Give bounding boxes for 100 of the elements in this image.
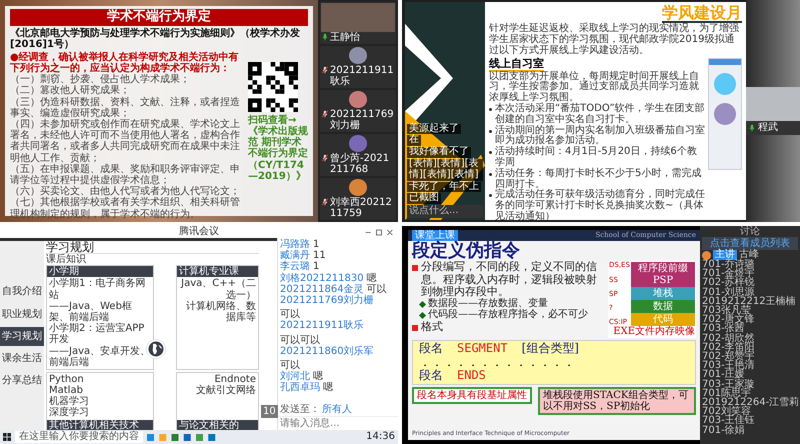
participant-tile[interactable]: 刘幸西2021211759 bbox=[320, 178, 396, 220]
chat-message: 11 bbox=[313, 250, 326, 262]
recipient-dropdown[interactable]: 所有人 bbox=[322, 404, 352, 415]
window-controls-icon[interactable] bbox=[364, 229, 394, 236]
chat-message: 在 bbox=[407, 135, 421, 146]
chat-sender: 刘河北 bbox=[280, 371, 310, 382]
video-tile[interactable]: 程武 bbox=[746, 87, 800, 135]
bullet-item: 代码段——存放程序指令，必不可少 bbox=[428, 309, 588, 321]
taskbar-app-icons[interactable] bbox=[147, 432, 217, 442]
chat-message: 我好像看不了 bbox=[407, 147, 471, 158]
discussion-message: 701-金煜宇 bbox=[702, 269, 756, 278]
nav-item[interactable]: 职业规划 bbox=[0, 304, 44, 324]
participant-tile[interactable]: 2021211911耿乐 bbox=[320, 46, 396, 88]
box-header: 与论文相关的 bbox=[176, 420, 258, 430]
bullet-item: 本次活动采用“番茄TODO”软件，学生在团支部创建的自习室中实名自习打卡。 bbox=[495, 104, 705, 125]
bullet-item: 分段编写，不同的段，定义不同的信息。程序载入内存时，逻辑段被映射到物理内存段中。 bbox=[421, 261, 598, 298]
chat-message: [表情][表情][表情][表情][表情] bbox=[407, 159, 483, 181]
memory-segment: 代码 bbox=[630, 313, 695, 326]
bullet-icon bbox=[489, 108, 492, 111]
slide-list-item: （六）买卖论文、由他人代写或者为他人代写论文； bbox=[10, 186, 241, 198]
chat-message: 嗯 bbox=[323, 382, 333, 394]
slide-title: 学风建设月 bbox=[662, 4, 742, 24]
participant-tile[interactable]: 2021211769刘力栅 bbox=[320, 90, 396, 132]
qr-caption: 扫码查看→《学术出版规范 期刊学术不端行为界定（CY/T174—2019）》 bbox=[248, 114, 308, 182]
chat-input[interactable]: 说点什么... bbox=[407, 205, 483, 218]
chat-message: 美源起来了 bbox=[407, 124, 461, 134]
chat-message: 1 bbox=[313, 239, 320, 250]
discussion-message: 702刘笑容 bbox=[702, 407, 752, 416]
callout-note: 段名本身具有段基址属性 bbox=[412, 386, 532, 404]
box-line: ——Java、安卓开发、前端后端 bbox=[49, 346, 151, 368]
nav-item[interactable]: 学习规划 bbox=[0, 326, 44, 346]
participant-name: 2021211911耿乐 bbox=[330, 64, 395, 87]
windows-start-icon[interactable] bbox=[3, 433, 11, 441]
chat-sender: 冯路路 bbox=[280, 239, 310, 250]
participant-tile[interactable]: 曾少芮-2021211768 bbox=[320, 134, 396, 176]
participant-name: 王静怡 bbox=[330, 32, 360, 43]
discussion-message: 2019212264-江雪莉 bbox=[702, 398, 798, 408]
slide-list-item: （三）伪造科研数据、资料、文献、注释，或者捏造事实、编造虚假研究成果； bbox=[10, 96, 241, 119]
chat-message: 可以 bbox=[366, 284, 387, 295]
discussion-message: 703-王家璇 bbox=[702, 380, 756, 389]
participant-name: 曾少芮-2021211768 bbox=[330, 152, 390, 175]
message-input[interactable]: 请输入消息... bbox=[278, 416, 398, 430]
box-line: 小学期2：运营宝APP开发 bbox=[49, 323, 146, 346]
chat-message: 可以 bbox=[280, 360, 300, 371]
box-line: 深度学习 bbox=[49, 407, 90, 419]
box-header: 其他计算机相关技术 bbox=[47, 420, 153, 430]
box-line: 计算机网络、数据库等 bbox=[185, 300, 256, 324]
bullet-icon bbox=[489, 172, 492, 176]
box-line: Python bbox=[49, 374, 85, 385]
discussion-message: 702-郑赞宇 bbox=[702, 352, 756, 362]
discussion-message: 702-唐文锋 bbox=[702, 315, 756, 324]
discussion-message: 701-刘思源 bbox=[702, 288, 755, 297]
nav-item[interactable]: 分享总结 bbox=[0, 371, 44, 390]
discussion-message: 702-胡欣然 bbox=[702, 334, 756, 343]
taskbar-search[interactable]: 在这里输入你要搜索的内容 bbox=[15, 431, 143, 443]
slide-subtitle: 《北京邮电大学预防与处理学术不端行为实施细则》（校学术办发[2016]1号） bbox=[10, 28, 301, 50]
code-dots: ．．．．．．．．．．．．． bbox=[419, 356, 575, 369]
member-list-button[interactable]: 点击查看成员列表 bbox=[702, 237, 798, 250]
send-to-label: 发送至： bbox=[280, 404, 320, 415]
code-operand: [组合类型] bbox=[522, 342, 579, 356]
qr-code bbox=[248, 62, 298, 112]
chat-sender: 2021211864金灵 bbox=[280, 284, 364, 295]
discussion-message: 703张凡莹 bbox=[702, 306, 752, 316]
chat-sender: 2021211911耿乐 bbox=[280, 320, 364, 332]
host-name: 古峰 bbox=[739, 250, 759, 260]
chat-message: 1 bbox=[313, 261, 320, 273]
code-keyword: ENDS bbox=[457, 369, 486, 383]
role-badge: 主讲 bbox=[713, 250, 737, 260]
nav-item[interactable]: 课余生活 bbox=[0, 349, 44, 368]
participant-tile[interactable]: 王静怡 bbox=[320, 2, 396, 44]
discussion-message: 702-苏梓锐 bbox=[702, 278, 756, 288]
bullet-icon bbox=[489, 130, 492, 133]
chat-message: 嗯 bbox=[313, 371, 323, 382]
diamond-bullet-icon bbox=[418, 301, 426, 308]
code-name: 段名 bbox=[419, 342, 443, 356]
chat-sender: 李云璐 bbox=[280, 261, 310, 272]
box-line: 文献引文网络 bbox=[195, 385, 256, 396]
code-name: 段名 bbox=[419, 369, 443, 383]
bullet-item: 活动期间的第一周内实名制加入班级番茄自习室即为成功报名参加活动。 bbox=[495, 126, 705, 146]
participant-name: 程武 bbox=[758, 122, 778, 134]
slide-intro: 针对学生延迟返校、采取线上学习的现实情况，为了增强学生居家状态下的学习氛围，现代邮政学院2019级拟通过以下方式开展线上学风建设活动。 bbox=[489, 24, 740, 57]
taskbar-clock: 14:36 bbox=[366, 431, 395, 443]
discussion-message: 701-徐娟 bbox=[702, 426, 746, 435]
discussion-message: 703-王佳钰 bbox=[702, 416, 756, 426]
box-line: Java、C++（二选一） bbox=[180, 278, 256, 301]
slide-list-item: （五）在申报课题、成果、奖励和职务评审评定、申请学位等过程中提供虚假学术信息； bbox=[10, 164, 241, 186]
bullet-item: 格式 bbox=[421, 320, 443, 333]
sidebar-title: 讨论 bbox=[739, 226, 761, 237]
video-placeholder bbox=[746, 87, 800, 122]
box-line: 机器学习 bbox=[49, 396, 90, 408]
box-line: Matlab bbox=[49, 385, 84, 396]
section-heading: 线上自习室 bbox=[489, 58, 544, 72]
box-line: ——Java、Web框架、前端后端 bbox=[49, 300, 133, 323]
code-keyword: SEGMENT bbox=[457, 342, 508, 356]
chat-message: 已截图 bbox=[407, 193, 441, 204]
nav-item[interactable]: 自我介绍 bbox=[0, 282, 44, 302]
box-header: 小学期 bbox=[47, 266, 153, 278]
discussion-message: 701-乔诗璐 bbox=[702, 260, 756, 270]
diagram-caption: EXE文件内存映像 bbox=[612, 326, 695, 338]
memory-segment: 数据 bbox=[630, 300, 695, 314]
